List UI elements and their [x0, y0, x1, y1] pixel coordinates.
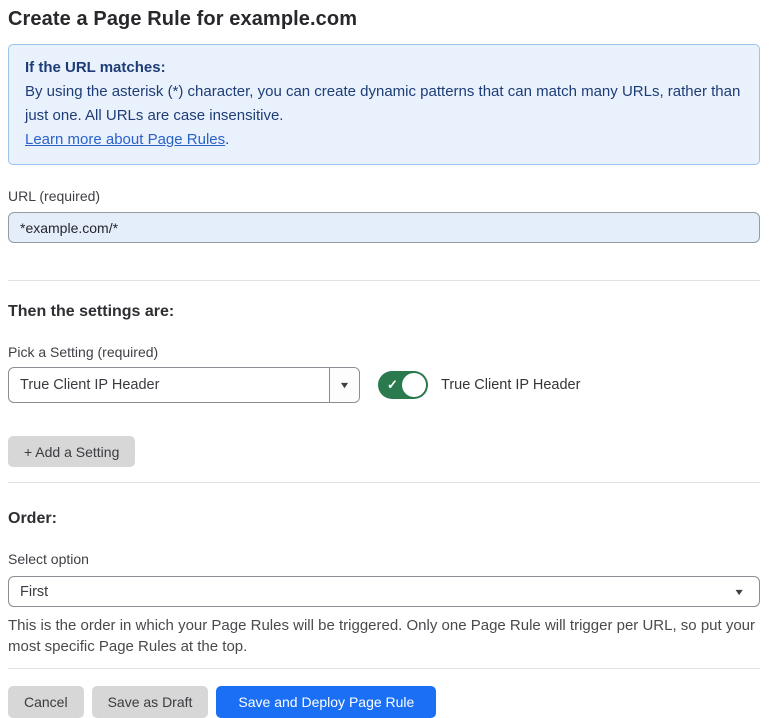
- cancel-button[interactable]: Cancel: [8, 686, 84, 718]
- section-divider: [8, 280, 760, 281]
- info-box-body: By using the asterisk (*) character, you…: [25, 80, 743, 128]
- toggle-knob: [402, 373, 426, 397]
- chevron-down-icon: ▼: [338, 380, 350, 390]
- chevron-down-icon: ▼: [733, 587, 760, 597]
- add-setting-button[interactable]: + Add a Setting: [8, 436, 135, 467]
- order-select-value: First: [9, 584, 48, 600]
- toggle-label: True Client IP Header: [441, 377, 580, 393]
- url-input[interactable]: [8, 212, 760, 243]
- check-icon: ✓: [387, 378, 398, 391]
- pick-setting-label: Pick a Setting (required): [8, 344, 760, 361]
- select-arrow-section: ▼: [329, 368, 359, 402]
- setting-select[interactable]: True Client IP Header ▼: [8, 367, 360, 403]
- order-select-label: Select option: [8, 551, 760, 568]
- footer-divider: [8, 668, 760, 669]
- settings-section-heading: Then the settings are:: [8, 302, 760, 321]
- save-deploy-button[interactable]: Save and Deploy Page Rule: [216, 686, 436, 718]
- info-box-heading: If the URL matches:: [25, 56, 743, 80]
- section-divider: [8, 482, 760, 483]
- url-field-label: URL (required): [8, 188, 760, 205]
- order-section-heading: Order:: [8, 509, 760, 528]
- order-select[interactable]: First ▼: [8, 576, 760, 607]
- setting-select-value: True Client IP Header: [9, 377, 159, 393]
- order-help-text: This is the order in which your Page Rul…: [8, 615, 760, 657]
- create-page-rule-form: Create a Page Rule for example.com If th…: [0, 0, 769, 718]
- setting-row: True Client IP Header ▼ ✓ True Client IP…: [8, 367, 760, 403]
- url-match-info-box: If the URL matches: By using the asteris…: [8, 44, 760, 165]
- learn-more-link[interactable]: Learn more about Page Rules: [25, 131, 225, 148]
- info-link-row: Learn more about Page Rules.: [25, 128, 743, 152]
- save-draft-button[interactable]: Save as Draft: [92, 686, 209, 718]
- setting-toggle[interactable]: ✓: [378, 371, 428, 399]
- link-suffix-period: .: [225, 131, 229, 148]
- page-title: Create a Page Rule for example.com: [8, 6, 760, 32]
- footer-actions: Cancel Save as Draft Save and Deploy Pag…: [8, 686, 760, 718]
